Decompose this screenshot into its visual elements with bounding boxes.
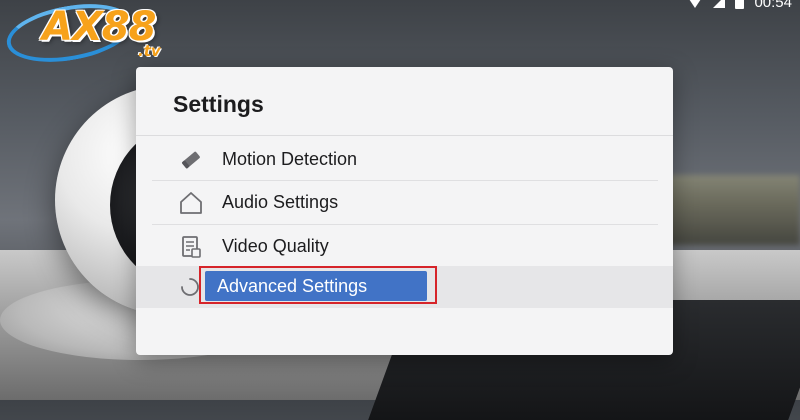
wifi-icon [687, 0, 704, 8]
pencil-icon [178, 147, 204, 173]
menu-item-label: Video Quality [222, 236, 329, 256]
dialog-title: Settings [173, 91, 264, 117]
menu-item-audio-settings[interactable]: Audio Settings [152, 181, 658, 224]
menu-item-motion-detection[interactable]: Motion Detection [152, 138, 658, 181]
menu-item-video-quality[interactable]: Video Quality [152, 225, 658, 268]
title-divider [136, 135, 673, 136]
battery-icon [735, 0, 745, 9]
status-bar: 00:54 [652, 0, 800, 12]
menu-item-label: Motion Detection [222, 149, 358, 169]
menu-item-label: Audio Settings [222, 192, 339, 212]
status-time: 00:54 [754, 0, 792, 11]
loading-spinner-icon [180, 277, 200, 297]
signal-icon [713, 0, 726, 8]
focus-highlight-outline [199, 266, 437, 304]
document-icon [178, 234, 204, 260]
settings-dialog: Settings Motion Detection Audio Settings [136, 67, 673, 355]
logo-suffix: .tv [138, 42, 161, 60]
home-icon [178, 190, 204, 216]
brand-logo: AX88 .tv [2, 0, 166, 71]
